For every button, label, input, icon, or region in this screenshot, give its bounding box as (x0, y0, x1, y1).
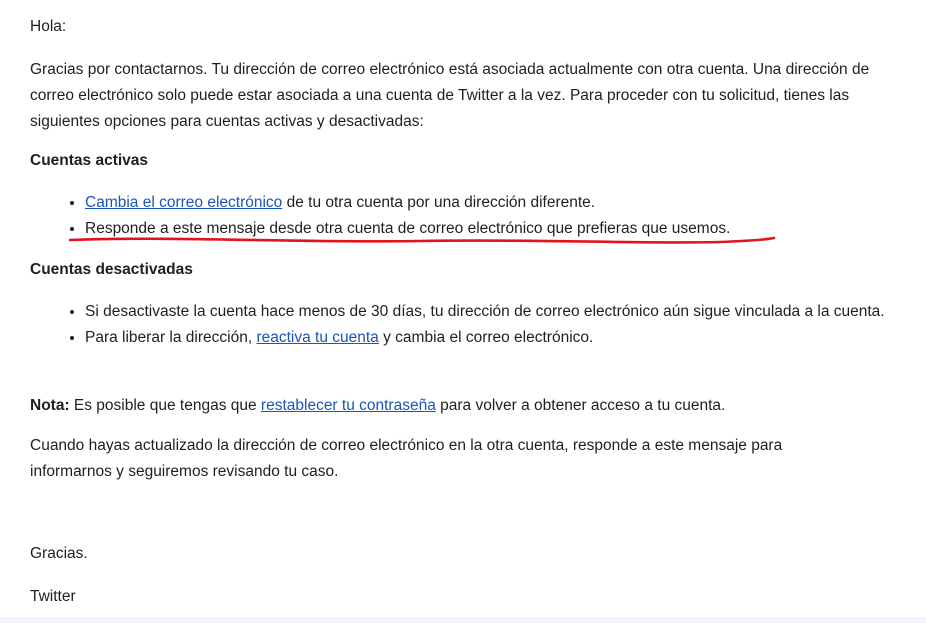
list-item-text: de tu otra cuenta por una dirección dife… (282, 194, 596, 211)
active-accounts-list: Cambia el correo electrónico de tu otra … (30, 190, 730, 242)
intro-paragraph: Gracias por contactarnos. Tu dirección d… (30, 61, 870, 130)
list-item-text: y cambia el correo electrónico. (378, 329, 594, 346)
list-item-text: Si desactivaste la cuenta hace menos de … (85, 303, 885, 320)
list-item: Para liberar la dirección, reactiva tu c… (85, 325, 885, 351)
reset-password-link[interactable]: restablecer tu contraseña (261, 397, 436, 414)
list-item: Cambia el correo electrónico de tu otra … (85, 190, 730, 216)
note-paragraph: Nota: Es posible que tengas que restable… (30, 393, 725, 419)
deactivated-accounts-list: Si desactivaste la cuenta hace menos de … (30, 299, 885, 351)
note-text-post: para volver a obtener acceso a tu cuenta… (435, 397, 726, 414)
thanks-line: Gracias. (30, 545, 88, 562)
greeting: Hola: (30, 18, 67, 35)
list-item: Si desactivaste la cuenta hace menos de … (85, 299, 885, 325)
list-item-prefix: Para liberar la dirección, (85, 329, 257, 346)
active-accounts-heading: Cuentas activas (30, 152, 149, 169)
closing-paragraph: Cuando hayas actualizado la dirección de… (30, 437, 783, 480)
note-label: Nota: (30, 397, 70, 414)
change-email-link[interactable]: Cambia el correo electrónico (85, 194, 282, 211)
signature: Twitter (30, 588, 76, 605)
deactivated-accounts-heading: Cuentas desactivadas (30, 261, 193, 278)
list-item: Responde a este mensaje desde otra cuent… (85, 216, 730, 242)
list-item-text: Responde a este mensaje desde otra cuent… (85, 220, 731, 237)
note-text-pre: Es posible que tengas que (69, 397, 261, 414)
reactivate-account-link[interactable]: reactiva tu cuenta (256, 329, 378, 346)
bottom-bar (0, 617, 926, 623)
